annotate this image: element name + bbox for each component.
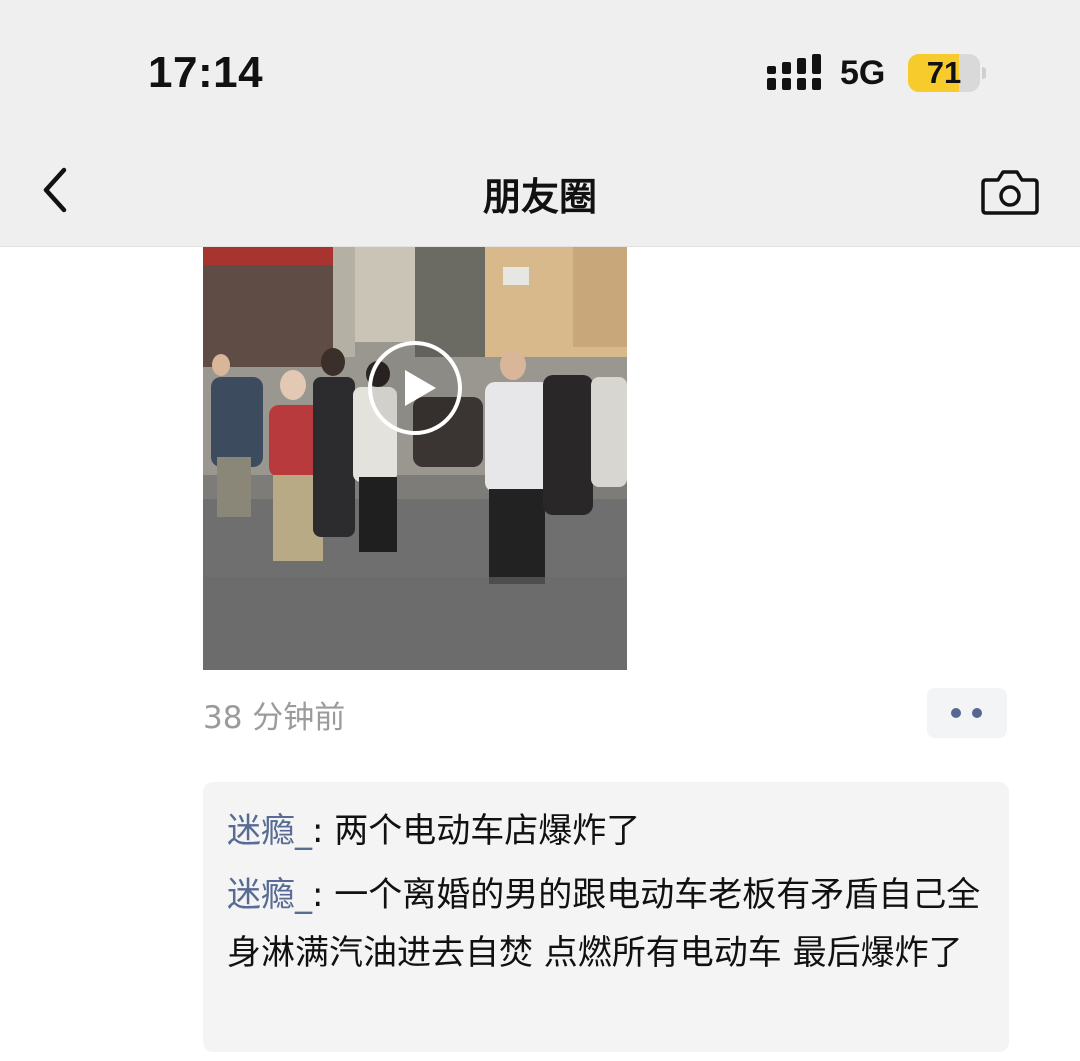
comment-author-link[interactable]: 迷瘾_ [227, 811, 312, 851]
network-type: 5G [840, 54, 886, 92]
comment-text: 一个离婚的男的跟电动车老板有矛盾自己全身淋满汽油进去自焚 点燃所有电动车 最后爆… [227, 875, 981, 973]
comment-text: 两个电动车店爆炸了 [334, 811, 641, 851]
back-chevron-icon[interactable] [34, 162, 78, 218]
cellular-signal-icon [767, 54, 821, 90]
page-title: 朋友圈 [482, 175, 597, 219]
comment-separator: : [312, 875, 335, 915]
battery-icon: 71 [908, 54, 980, 92]
comment-item: 迷瘾_: 一个离婚的男的跟电动车老板有矛盾自己全身淋满汽油进去自焚 点燃所有电动… [227, 866, 985, 982]
battery-level: 71 [926, 55, 962, 90]
comments-box: 迷瘾_: 两个电动车店爆炸了 迷瘾_: 一个离婚的男的跟电动车老板有矛盾自己全身… [203, 782, 1009, 1052]
status-time: 17:14 [148, 48, 264, 97]
more-dots-icon [972, 708, 982, 718]
play-icon[interactable] [366, 339, 464, 437]
more-actions-button[interactable] [927, 688, 1007, 738]
post-video-thumbnail[interactable] [203, 247, 627, 670]
battery-terminal [982, 67, 986, 79]
more-dots-icon [951, 708, 961, 718]
top-header: 17:14 5G 71 朋友圈 [0, 0, 1080, 247]
battery-indicator: 71 [908, 54, 986, 92]
post-timestamp: 38 分钟前 [203, 700, 346, 736]
camera-icon[interactable] [980, 166, 1040, 216]
comment-item: 迷瘾_: 两个电动车店爆炸了 [227, 802, 985, 860]
video-frame-image [203, 247, 627, 670]
comment-author-link[interactable]: 迷瘾_ [227, 875, 312, 915]
comment-separator: : [312, 811, 335, 851]
